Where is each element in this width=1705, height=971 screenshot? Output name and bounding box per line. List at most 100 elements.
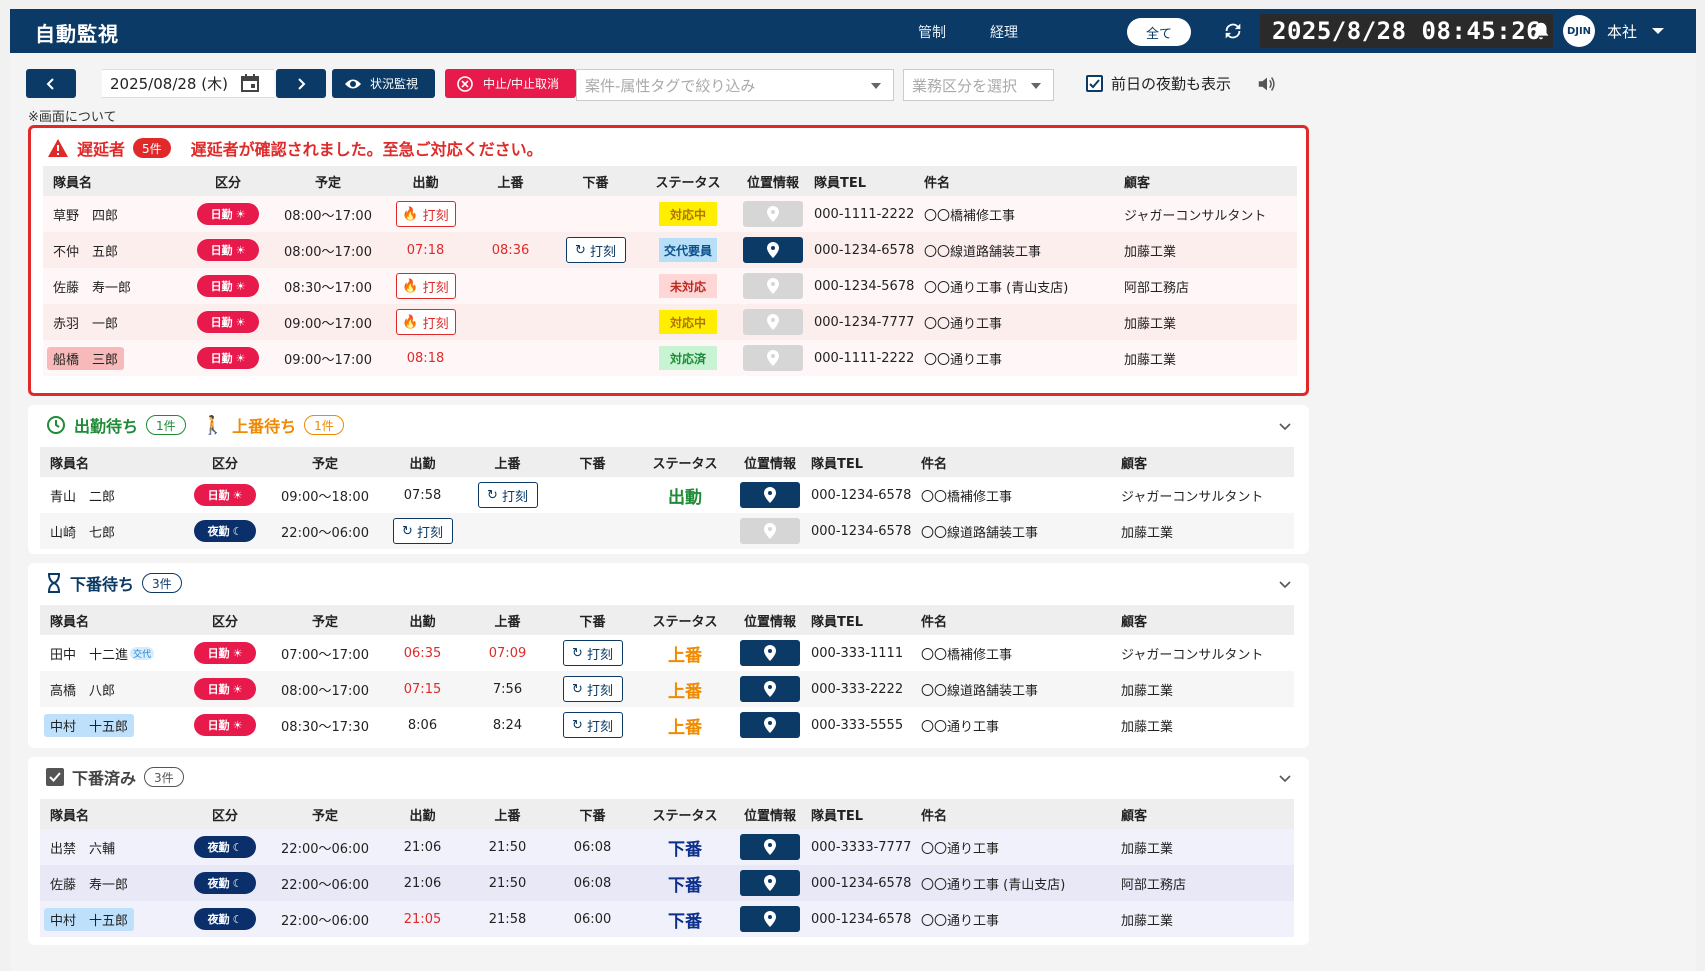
prev-date-button[interactable]	[26, 69, 76, 98]
punch-button[interactable]: ↻ 打刻	[562, 640, 623, 666]
table-row[interactable]: 草野 四郎 日勤 ☀ 08:00〜17:00 🔥 打刻 対応中 000-1111-2…	[43, 196, 1297, 232]
col-header: 下番	[553, 166, 638, 196]
screen-note-link[interactable]: ※画面について	[28, 106, 117, 125]
table-row[interactable]: 出禁 六輔 夜勤 ☾ 22:00〜06:00 21:06 21:50 06:08 …	[40, 829, 1294, 865]
next-date-button[interactable]	[276, 69, 326, 98]
table-row[interactable]: 田中 十二進 交代 日勤 ☀ 07:00〜17:00 06:35 07:09 ↻ 打刻…	[40, 635, 1294, 671]
punch-label: 打刻	[422, 316, 449, 332]
bell-icon[interactable]	[1530, 20, 1552, 42]
member-name[interactable]: 佐藤 寿一郎	[43, 268, 183, 304]
col-header: 隊員名	[40, 799, 180, 829]
member-name[interactable]: 青山 二郎	[40, 477, 180, 513]
sun-icon: ☀	[235, 279, 246, 293]
punch-button[interactable]: ↻ 打刻	[477, 482, 538, 508]
case-name: 〇〇通り工事	[915, 901, 1115, 937]
punch-button[interactable]: ↻ 打刻	[565, 237, 626, 263]
location-button[interactable]	[740, 906, 800, 932]
table-row[interactable]: 佐藤 寿一郎 夜勤 ☾ 22:00〜06:00 21:06 21:50 06:08…	[40, 865, 1294, 901]
punch-button[interactable]: ↻ 打刻	[562, 712, 623, 738]
punch-label: 打刻	[422, 280, 449, 296]
table-row[interactable]: 高橋 八郎 日勤 ☀ 08:00〜17:00 07:15 7:56 ↻ 打刻 上番 …	[40, 671, 1294, 707]
planned-time: 22:00〜06:00	[270, 513, 380, 549]
punch-button[interactable]: 🔥 打刻	[395, 201, 456, 227]
chevron-down-icon[interactable]	[1279, 579, 1291, 591]
nav-link-control[interactable]: 管制	[918, 22, 946, 42]
location-button[interactable]	[740, 870, 800, 896]
app-header: 自動監視 管制 経理 全て 2025/8/28 08:45:26 DJIN 本社	[10, 9, 1696, 53]
member-name[interactable]: 中村 十五郎	[44, 713, 135, 737]
late-count-badge: 5件	[133, 138, 171, 158]
status-badge[interactable]: 対応中	[659, 202, 717, 226]
sun-icon: ☀	[235, 315, 246, 329]
table-row[interactable]: 不仲 五郎 日勤 ☀ 08:00〜17:00 07:18 08:36 ↻ 打刻 交代…	[43, 232, 1297, 268]
table-row[interactable]: 中村 十五郎 日勤 ☀ 08:30〜17:30 8:06 8:24 ↻ 打刻 上番 …	[40, 707, 1294, 743]
prev-night-checkbox[interactable]	[1086, 75, 1103, 92]
member-name[interactable]: 山崎 七郎	[40, 513, 180, 549]
location-button[interactable]	[740, 482, 800, 508]
location-button[interactable]	[743, 237, 803, 263]
member-name[interactable]: 出禁 六輔	[40, 829, 180, 865]
location-button[interactable]	[740, 640, 800, 666]
table-row[interactable]: 山崎 七郎 夜勤 ☾ 22:00〜06:00 ↻ 打刻 000-1234-6578 …	[40, 513, 1294, 549]
refresh-icon[interactable]	[1222, 20, 1244, 42]
status-badge[interactable]: 未対応	[659, 274, 717, 298]
business-type-select[interactable]: 業務区分を選択	[903, 69, 1054, 101]
location-button[interactable]	[740, 676, 800, 702]
member-name[interactable]: 草野 四郎	[43, 196, 183, 232]
case-name: 〇〇橋補修工事	[915, 635, 1115, 671]
table-row[interactable]: 佐藤 寿一郎 日勤 ☀ 08:30〜17:00 🔥 打刻 未対応 000-1234-…	[43, 268, 1297, 304]
member-tel: 000-1234-6578	[805, 901, 915, 937]
map-pin-icon	[764, 487, 776, 503]
table-row[interactable]: 船橋 三郎 日勤 ☀ 09:00〜17:00 08:18 対応済 000-1111…	[43, 340, 1297, 376]
member-name[interactable]: 高橋 八郎	[40, 671, 180, 707]
status-badge[interactable]: 対応中	[659, 310, 717, 334]
status-text: 上番	[668, 681, 702, 702]
status-badge[interactable]: 交代要員	[659, 238, 717, 262]
table-row[interactable]: 赤羽 一郎 日勤 ☀ 09:00〜17:00 🔥 打刻 対応中 000-1234-7…	[43, 304, 1297, 340]
case-name: 〇〇通り工事	[915, 707, 1115, 743]
waiting-panel-header[interactable]: 出勤待ち 1件 🚶 上番待ち 1件	[46, 413, 344, 437]
case-name: 〇〇橋補修工事	[915, 477, 1115, 513]
member-name[interactable]: 赤羽 一郎	[43, 304, 183, 340]
member-name[interactable]: 船橋 三郎	[47, 346, 125, 370]
member-name[interactable]: 中村 十五郎	[44, 907, 135, 931]
case-name: 〇〇線道路舗装工事	[915, 513, 1115, 549]
member-name[interactable]: 不仲 五郎	[43, 232, 183, 268]
location-button[interactable]	[740, 712, 800, 738]
off-duty-done-header[interactable]: 下番済み 3件	[46, 765, 184, 789]
scope-all-button[interactable]: 全て	[1127, 18, 1191, 46]
col-header: 隊員TEL	[805, 799, 915, 829]
cancel-stop-button[interactable]: 中止/中止取消	[445, 69, 576, 98]
table-row[interactable]: 青山 二郎 日勤 ☀ 09:00〜18:00 07:58 ↻ 打刻 出動 000-1…	[40, 477, 1294, 513]
table-row[interactable]: 中村 十五郎 夜勤 ☾ 22:00〜06:00 21:05 21:58 06:00…	[40, 901, 1294, 937]
member-tel: 000-333-2222	[805, 671, 915, 707]
map-pin-icon	[764, 875, 776, 891]
map-pin-icon	[767, 350, 779, 366]
punch-button[interactable]: 🔥 打刻	[395, 309, 456, 335]
late-message: 遅延者が確認されました。至急ご対応ください。	[190, 140, 543, 159]
location-button[interactable]	[740, 834, 800, 860]
calendar-icon[interactable]	[240, 73, 260, 93]
on-duty-time: 7:56	[465, 671, 550, 707]
col-header: 区分	[180, 799, 270, 829]
avatar[interactable]: DJIN	[1563, 15, 1595, 47]
chevron-down-icon[interactable]	[1279, 421, 1291, 433]
punch-button[interactable]: ↻ 打刻	[392, 518, 453, 544]
member-name[interactable]: 佐藤 寿一郎	[40, 865, 180, 901]
chevron-down-icon[interactable]	[1279, 773, 1291, 785]
speaker-icon[interactable]	[1256, 73, 1278, 95]
off-duty-wait-panel: 下番待ち 3件 隊員名 区分 予定 出勤 上番 下番 ステータス 位置情報 隊員…	[28, 563, 1309, 748]
nav-link-accounting[interactable]: 経理	[990, 22, 1018, 42]
member-name[interactable]: 田中 十二進	[50, 648, 128, 663]
customer-name: 阿部工務店	[1115, 865, 1294, 901]
prev-night-label[interactable]: 前日の夜勤も表示	[1111, 73, 1231, 94]
status-watch-button[interactable]: 状況監視	[332, 69, 435, 98]
punch-button[interactable]: 🔥 打刻	[395, 273, 456, 299]
moon-icon: ☾	[232, 840, 243, 854]
off-duty-wait-header[interactable]: 下番待ち 3件	[46, 571, 182, 595]
chevron-down-icon[interactable]	[1652, 28, 1664, 34]
status-badge[interactable]: 対応済	[659, 346, 717, 370]
punch-button[interactable]: ↻ 打刻	[562, 676, 623, 702]
tag-filter-select[interactable]: 案件-属性タグで絞り込み	[576, 69, 894, 101]
office-selector[interactable]: 本社	[1607, 21, 1637, 42]
